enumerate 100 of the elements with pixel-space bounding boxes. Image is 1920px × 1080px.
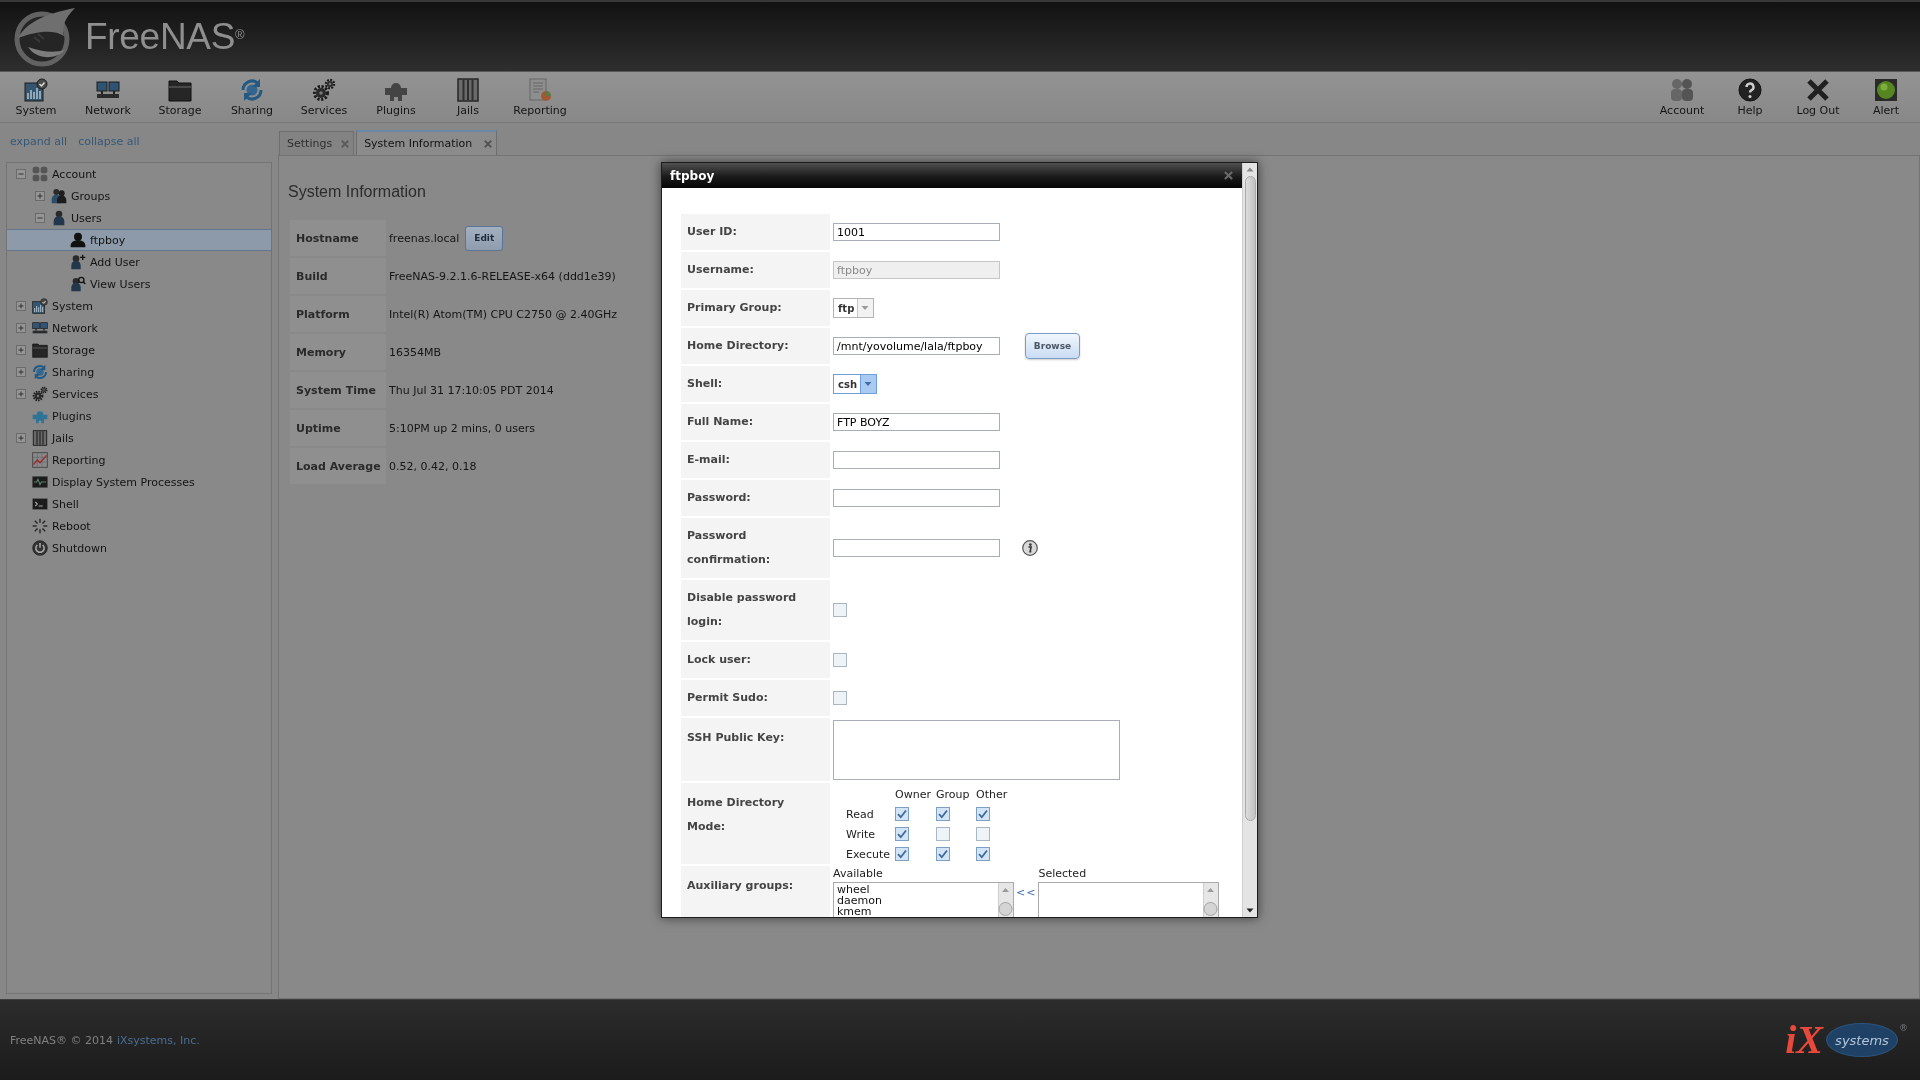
close-icon[interactable] bbox=[484, 139, 493, 148]
power-icon bbox=[32, 540, 48, 556]
text-field[interactable]: /mnt/yovolume/lala/ftpboy bbox=[833, 337, 1000, 355]
text-area[interactable] bbox=[833, 720, 1120, 780]
tree-item[interactable]: ftpboy bbox=[7, 229, 271, 251]
toolbar-button[interactable]: Account bbox=[1648, 72, 1716, 122]
toolbar-button[interactable]: Help bbox=[1716, 72, 1784, 122]
minus-box-icon[interactable] bbox=[16, 169, 26, 179]
list-box[interactable]: wheel daemon kmem bbox=[833, 882, 1014, 917]
tree-item[interactable]: Jails bbox=[7, 427, 271, 449]
toolbar-button[interactable]: Sharing bbox=[216, 72, 288, 122]
tree-item[interactable]: Display System Processes bbox=[7, 471, 271, 493]
tree-item[interactable]: Sharing bbox=[7, 361, 271, 383]
browse-button[interactable]: Browse bbox=[1025, 333, 1080, 359]
tree-item[interactable]: Shutdown bbox=[7, 537, 271, 559]
plus-box-icon[interactable] bbox=[16, 323, 26, 333]
plus-box-icon[interactable] bbox=[16, 367, 26, 377]
line-chart-icon bbox=[32, 452, 48, 468]
chart-monitor-icon bbox=[24, 78, 48, 102]
password-field[interactable] bbox=[833, 539, 1000, 557]
tree-item[interactable]: Groups bbox=[7, 185, 271, 207]
toolbar-button[interactable]: Plugins bbox=[360, 72, 432, 122]
tree-item[interactable]: Users bbox=[7, 207, 271, 229]
move-button[interactable]: << bbox=[1016, 887, 1037, 899]
field-label: Home Directory: bbox=[681, 328, 830, 364]
checkbox[interactable] bbox=[833, 603, 847, 617]
checkbox[interactable] bbox=[936, 807, 950, 821]
plus-box-icon[interactable] bbox=[16, 301, 26, 311]
field-label: Lock user: bbox=[681, 642, 830, 678]
toolbar-button[interactable]: Jails bbox=[432, 72, 504, 122]
list-box[interactable] bbox=[1038, 882, 1220, 917]
column-header: Other bbox=[976, 787, 1009, 801]
folder-icon bbox=[168, 78, 192, 102]
tree-item[interactable]: System bbox=[7, 295, 271, 317]
text-field[interactable]: FTP BOYZ bbox=[833, 413, 1000, 431]
close-icon[interactable] bbox=[341, 139, 350, 148]
tree-item[interactable]: Plugins bbox=[7, 405, 271, 427]
toolbar-button[interactable]: Storage bbox=[144, 72, 216, 122]
dropdown[interactable]: csh bbox=[833, 374, 877, 394]
toolbar-button[interactable]: Log Out bbox=[1784, 72, 1852, 122]
field-label: Username: bbox=[681, 252, 830, 288]
dropdown[interactable]: ftp bbox=[833, 298, 875, 318]
tab[interactable]: Settings bbox=[279, 131, 355, 155]
tree-item[interactable]: Services bbox=[7, 383, 271, 405]
tree-item[interactable]: Account bbox=[7, 163, 271, 185]
checkbox[interactable] bbox=[976, 807, 990, 821]
checkbox[interactable] bbox=[976, 847, 990, 861]
checkbox[interactable] bbox=[936, 847, 950, 861]
info-value: freenas.local bbox=[389, 231, 460, 245]
tree-item[interactable]: Reboot bbox=[7, 515, 271, 537]
text-field[interactable]: 1001 bbox=[833, 223, 1000, 241]
plus-box-icon[interactable] bbox=[16, 433, 26, 443]
column-header: Group bbox=[936, 787, 971, 801]
checkbox[interactable] bbox=[895, 847, 909, 861]
checkbox[interactable] bbox=[976, 827, 990, 841]
caret-icon bbox=[860, 375, 876, 393]
toolbar-button[interactable]: System bbox=[0, 72, 72, 122]
password-field[interactable] bbox=[833, 489, 1000, 507]
toolbar-button[interactable]: Alert bbox=[1852, 72, 1920, 122]
close-icon[interactable] bbox=[1224, 171, 1233, 180]
tree-item[interactable]: Storage bbox=[7, 339, 271, 361]
sync-arrows-icon bbox=[32, 364, 48, 380]
list-option[interactable]: kmem bbox=[837, 906, 872, 917]
toolbar-button[interactable]: Network bbox=[72, 72, 144, 122]
toolbar-button[interactable]: Reporting bbox=[504, 72, 576, 122]
text-field[interactable] bbox=[833, 451, 1000, 469]
checkbox[interactable] bbox=[895, 807, 909, 821]
scrollbar[interactable] bbox=[998, 883, 1013, 917]
info-icon[interactable] bbox=[1022, 540, 1038, 556]
scrollbar-thumb[interactable] bbox=[1244, 176, 1256, 821]
tree-item[interactable]: Shell bbox=[7, 493, 271, 515]
tab[interactable]: System Information bbox=[356, 130, 498, 155]
tree-item[interactable]: Add User bbox=[7, 251, 271, 273]
list-option[interactable]: daemon bbox=[837, 895, 882, 906]
tree-item[interactable]: Reporting bbox=[7, 449, 271, 471]
scrollbar[interactable] bbox=[1203, 883, 1219, 917]
checkbox[interactable] bbox=[833, 653, 847, 667]
field-label: Primary Group: bbox=[681, 290, 830, 326]
checkbox[interactable] bbox=[833, 691, 847, 705]
checkbox[interactable] bbox=[936, 827, 950, 841]
edit-button[interactable]: Edit bbox=[465, 225, 504, 251]
toolbar-button[interactable]: Services bbox=[288, 72, 360, 122]
company-link[interactable]: iXsystems, Inc. bbox=[116, 1033, 200, 1047]
plus-box-icon[interactable] bbox=[16, 345, 26, 355]
row-label: Read bbox=[846, 807, 875, 821]
checkbox[interactable] bbox=[895, 827, 909, 841]
info-label: Platform bbox=[290, 296, 386, 332]
plus-box-icon[interactable] bbox=[16, 389, 26, 399]
person-plus-icon bbox=[70, 254, 86, 270]
minus-box-icon[interactable] bbox=[35, 213, 45, 223]
plus-box-icon[interactable] bbox=[35, 191, 45, 201]
list-option[interactable]: wheel bbox=[837, 884, 870, 895]
bars-icon bbox=[456, 78, 480, 102]
gears-icon bbox=[32, 386, 48, 402]
tree-item[interactable]: Network bbox=[7, 317, 271, 339]
scrollbar[interactable] bbox=[1242, 163, 1257, 917]
section-title: System Information bbox=[288, 182, 426, 202]
tree-item[interactable]: View Users bbox=[7, 273, 271, 295]
field-label: Full Name: bbox=[681, 404, 830, 440]
tiles-icon bbox=[32, 166, 48, 182]
